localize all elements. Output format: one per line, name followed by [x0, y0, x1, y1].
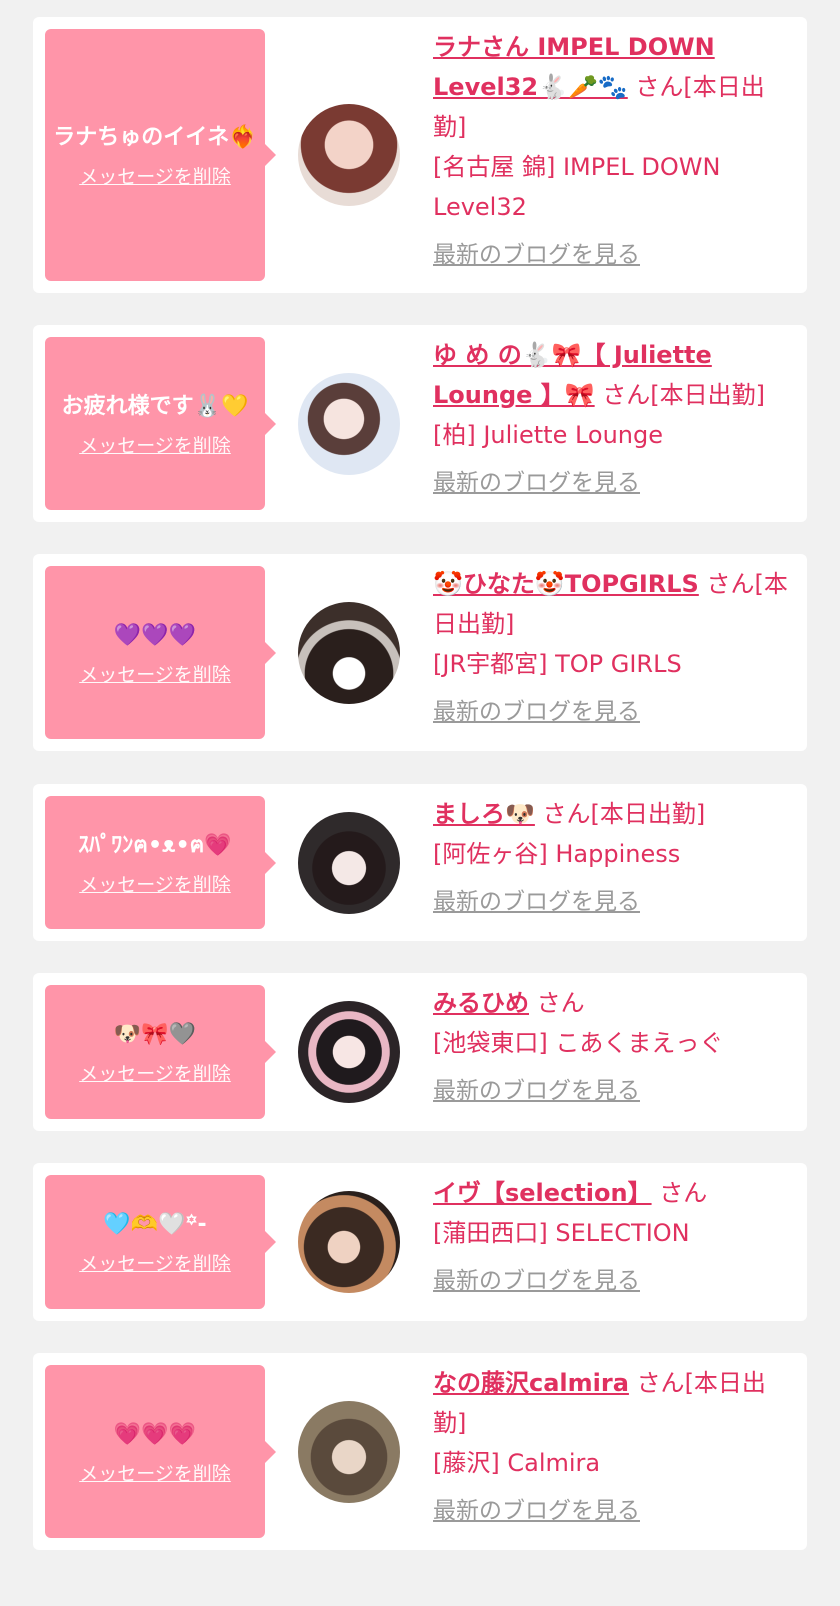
message-bubble: ｽﾊﾟﾜﾝฅ•ᴥ•ฅ💗 メッセージを削除 [45, 796, 276, 929]
message-bubble: ラナちゅのイイネ❤️‍🔥 メッセージを削除 [45, 29, 276, 281]
honorific: さん [542, 800, 591, 828]
message-card: 🩵🫶🤍꙳- メッセージを削除 イヴ【selection】 さん [蒲田西口] S… [33, 1163, 807, 1321]
area-shop[interactable]: [池袋東口] こあくまえっぐ [433, 1023, 793, 1063]
area-shop[interactable]: [藤沢] Calmira [433, 1443, 793, 1483]
honorific: さん [635, 73, 684, 101]
honorific: さん [536, 989, 585, 1017]
message-card: ラナちゅのイイネ❤️‍🔥 メッセージを削除 ラナさん IMPEL DOWN Le… [33, 17, 807, 293]
area-shop[interactable]: [阿佐ヶ谷] Happiness [433, 834, 793, 874]
area-shop[interactable]: [JR宇都宮] TOP GIRLS [433, 644, 793, 684]
message-card: お疲れ様です🐰💛 メッセージを削除 ゆ め の🐇🎀【 Juliette Loun… [33, 325, 807, 522]
message-bubble: お疲れ様です🐰💛 メッセージを削除 [45, 337, 276, 510]
message-bubble: 🩵🫶🤍꙳- メッセージを削除 [45, 1175, 276, 1309]
area-shop[interactable]: [蒲田西口] SELECTION [433, 1213, 793, 1253]
message-card: 🐶🎀🩶 メッセージを削除 みるひめ さん [池袋東口] こあくまえっぐ 最新のブ… [33, 973, 807, 1131]
girl-name-link[interactable]: ましろ🐶 [433, 800, 535, 828]
latest-blog-link[interactable]: 最新のブログを見る [433, 886, 793, 918]
delete-message-link[interactable]: メッセージを削除 [79, 870, 231, 897]
avatar[interactable] [298, 812, 400, 914]
girl-name-link[interactable]: なの藤沢calmira [433, 1369, 629, 1397]
message-text: お疲れ様です🐰💛 [61, 393, 249, 419]
message-text: 💗💗💗 [113, 1421, 197, 1447]
girl-name-link[interactable]: イヴ【selection】 [433, 1179, 652, 1207]
avatar[interactable] [298, 602, 400, 704]
delete-message-link[interactable]: メッセージを削除 [79, 431, 231, 458]
profile-info: みるひめ さん [池袋東口] こあくまえっぐ 最新のブログを見る [433, 983, 793, 1107]
message-card: 💜💜💜 メッセージを削除 🤡ひなた🤡TOPGIRLS さん[本日出勤] [JR宇… [33, 554, 807, 751]
message-text: 🩵🫶🤍꙳- [103, 1212, 207, 1237]
profile-info: 🤡ひなた🤡TOPGIRLS さん[本日出勤] [JR宇都宮] TOP GIRLS… [433, 564, 793, 728]
delete-message-link[interactable]: メッセージを削除 [79, 1059, 231, 1086]
message-bubble: 🐶🎀🩶 メッセージを削除 [45, 985, 276, 1119]
honorific: さん [602, 381, 651, 409]
avatar[interactable] [298, 1001, 400, 1103]
message-text: ｽﾊﾟﾜﾝฅ•ᴥ•ฅ💗 [78, 832, 232, 858]
latest-blog-link[interactable]: 最新のブログを見る [433, 467, 793, 499]
profile-info: ゆ め の🐇🎀【 Juliette Lounge 】🎀 さん[本日出勤] [柏]… [433, 335, 793, 499]
delete-message-link[interactable]: メッセージを削除 [79, 1459, 231, 1486]
message-card: ｽﾊﾟﾜﾝฅ•ᴥ•ฅ💗 メッセージを削除 ましろ🐶 さん[本日出勤] [阿佐ヶ谷… [33, 784, 807, 941]
latest-blog-link[interactable]: 最新のブログを見る [433, 1075, 793, 1107]
latest-blog-link[interactable]: 最新のブログを見る [433, 1495, 793, 1527]
delete-message-link[interactable]: メッセージを削除 [79, 162, 231, 189]
area-shop[interactable]: [名古屋 錦] IMPEL DOWN Level32 [433, 147, 793, 227]
girl-name-link[interactable]: 🤡ひなた🤡TOPGIRLS [433, 570, 699, 598]
avatar[interactable] [298, 104, 400, 206]
shift-status: [本日出勤] [650, 381, 766, 409]
avatar[interactable] [298, 373, 400, 475]
message-text: ラナちゅのイイネ❤️‍🔥 [53, 125, 257, 150]
area-shop[interactable]: [柏] Juliette Lounge [433, 415, 793, 455]
delete-message-link[interactable]: メッセージを削除 [79, 1249, 231, 1276]
message-bubble: 💜💜💜 メッセージを削除 [45, 566, 276, 739]
latest-blog-link[interactable]: 最新のブログを見る [433, 1265, 793, 1297]
avatar[interactable] [298, 1191, 400, 1293]
message-text: 💜💜💜 [113, 622, 197, 648]
honorific: さん [659, 1179, 708, 1207]
profile-info: なの藤沢calmira さん[本日出勤] [藤沢] Calmira 最新のブログ… [433, 1363, 793, 1527]
latest-blog-link[interactable]: 最新のブログを見る [433, 696, 793, 728]
girl-name-link[interactable]: みるひめ [433, 989, 529, 1017]
honorific: さん [706, 570, 755, 598]
delete-message-link[interactable]: メッセージを削除 [79, 660, 231, 687]
message-bubble: 💗💗💗 メッセージを削除 [45, 1365, 276, 1538]
profile-info: ましろ🐶 さん[本日出勤] [阿佐ヶ谷] Happiness 最新のブログを見る [433, 794, 793, 918]
honorific: さん [636, 1369, 685, 1397]
latest-blog-link[interactable]: 最新のブログを見る [433, 239, 793, 271]
profile-info: ラナさん IMPEL DOWN Level32🐇🥕🐾 さん[本日出勤] [名古屋… [433, 27, 793, 271]
shift-status: [本日出勤] [590, 800, 706, 828]
profile-info: イヴ【selection】 さん [蒲田西口] SELECTION 最新のブログ… [433, 1173, 793, 1297]
message-text: 🐶🎀🩶 [113, 1022, 197, 1047]
message-card: 💗💗💗 メッセージを削除 なの藤沢calmira さん[本日出勤] [藤沢] C… [33, 1353, 807, 1550]
avatar[interactable] [298, 1401, 400, 1503]
